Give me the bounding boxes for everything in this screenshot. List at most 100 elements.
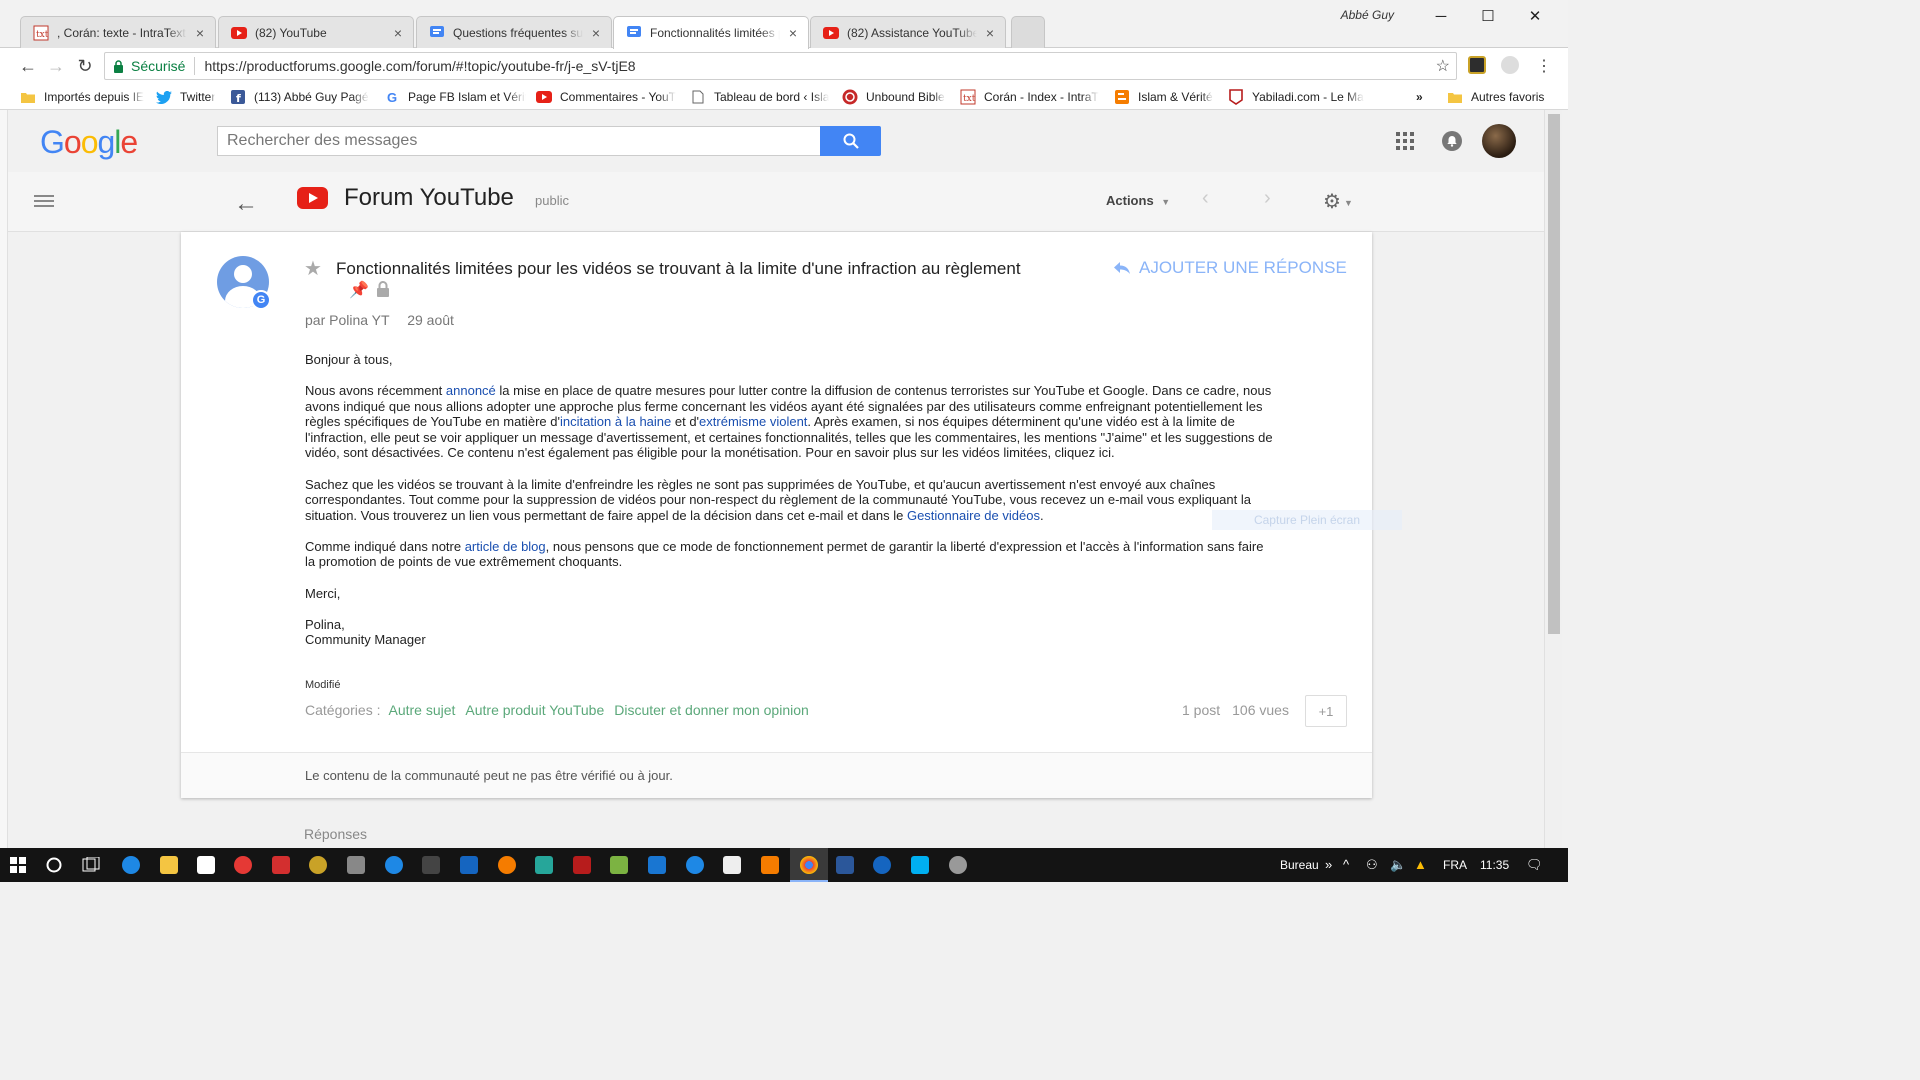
pdf-reader-icon[interactable] — [272, 856, 290, 874]
toolbar-chevron-icon[interactable]: » — [1325, 857, 1332, 872]
minimize-icon[interactable]: ─ — [1418, 4, 1464, 28]
vlc-icon[interactable] — [761, 856, 779, 874]
category-link[interactable]: Discuter et donner mon opinion — [614, 702, 809, 718]
browser-tab[interactable]: (82) YouTube × — [218, 16, 414, 48]
violent-extremism-link[interactable]: extrémisme violent — [699, 414, 807, 429]
bookmark-item[interactable]: txt Corán - Index - IntraT — [960, 87, 1102, 107]
bookmark-item[interactable]: Yabiladi.com - Le Ma — [1228, 87, 1370, 107]
previous-topic-icon[interactable]: ‹ — [1202, 187, 1209, 210]
page-scrollbar[interactable] — [1544, 110, 1562, 848]
bookmark-item[interactable]: Twitter — [156, 87, 222, 107]
close-icon[interactable]: × — [786, 25, 800, 41]
close-icon[interactable]: × — [391, 25, 405, 41]
maximize-icon[interactable]: ☐ — [1465, 4, 1511, 28]
close-window-icon[interactable]: ✕ — [1512, 4, 1558, 28]
apps-grid-icon[interactable] — [1396, 132, 1414, 150]
network-icon[interactable]: ⚇ — [1366, 857, 1378, 873]
bookmark-item[interactable]: G Page FB Islam et Vérit — [384, 87, 526, 107]
extension-icon[interactable] — [1501, 56, 1519, 74]
store-icon[interactable] — [197, 856, 215, 874]
help-icon[interactable] — [385, 856, 403, 874]
bookmark-star-icon[interactable]: ☆ — [1436, 56, 1450, 76]
new-tab-button[interactable] — [1011, 16, 1045, 48]
notifications-bell-icon[interactable] — [1442, 131, 1462, 151]
category-link[interactable]: Autre produit YouTube — [465, 702, 604, 718]
browser-tab-active[interactable]: Fonctionnalités limitées p × — [613, 16, 809, 49]
skype-icon[interactable] — [911, 856, 929, 874]
bookmark-item[interactable]: Islam & Vérité — [1114, 87, 1218, 107]
file-explorer-icon[interactable] — [160, 856, 178, 874]
app-icon[interactable] — [573, 856, 591, 874]
app-icon[interactable] — [610, 856, 628, 874]
menu-dots-icon[interactable]: ⋮ — [1530, 52, 1558, 80]
video-manager-link[interactable]: Gestionnaire de vidéos — [907, 508, 1040, 523]
app-icon[interactable] — [873, 856, 891, 874]
chrome-taskbar-button[interactable] — [790, 848, 828, 882]
bookmark-item[interactable]: Tableau de bord ‹ Isla — [690, 87, 830, 107]
input-language[interactable]: FRA — [1443, 858, 1467, 872]
edge-browser-icon[interactable] — [122, 856, 140, 874]
browser-tab[interactable]: Questions fréquentes sur × — [416, 16, 612, 48]
app-icon[interactable] — [422, 856, 440, 874]
back-arrow-icon[interactable]: ← — [14, 52, 42, 80]
plus-one-button[interactable]: +1 — [1305, 695, 1347, 727]
bookmark-item[interactable]: Unbound Bible — [842, 87, 954, 107]
settings-gear-icon[interactable]: ⚙ ▼ — [1323, 189, 1353, 214]
bookmark-item[interactable]: f (113) Abbé Guy Pagé — [230, 87, 372, 107]
next-topic-icon[interactable]: › — [1264, 187, 1271, 210]
desktop-toolbar-label[interactable]: Bureau — [1280, 858, 1319, 872]
scrollbar-thumb[interactable] — [1548, 114, 1560, 634]
forum-title[interactable]: Forum YouTube — [344, 184, 514, 212]
actions-dropdown[interactable]: Actions ▼ — [1106, 193, 1170, 208]
forward-arrow-icon[interactable]: → — [42, 52, 70, 80]
url-text[interactable]: https://productforums.google.com/forum/#… — [204, 58, 635, 74]
bookmark-item[interactable]: Commentaires - YouT — [536, 87, 678, 107]
close-icon[interactable]: × — [983, 25, 997, 41]
google-drive-icon[interactable]: ▲ — [1414, 857, 1427, 872]
reload-icon[interactable]: ↻ — [71, 52, 99, 80]
show-hidden-icons-chevron[interactable]: ^ — [1343, 857, 1349, 872]
user-avatar[interactable] — [1482, 124, 1516, 158]
blog-article-link[interactable]: article de blog — [465, 539, 546, 554]
add-reply-button[interactable]: AJOUTER UNE RÉPONSE — [1113, 258, 1347, 278]
more-bookmarks-chevron[interactable]: » — [1416, 87, 1423, 107]
back-arrow-icon[interactable]: ← — [234, 190, 258, 218]
app-icon[interactable] — [460, 856, 478, 874]
clock[interactable]: 11:35 — [1480, 858, 1509, 872]
other-bookmarks-folder[interactable]: Autres favoris — [1447, 87, 1544, 107]
app-icon[interactable] — [535, 856, 553, 874]
address-bar[interactable]: Sécurisé https://productforums.google.co… — [104, 52, 1457, 80]
action-center-icon[interactable]: 🗨 — [1526, 857, 1543, 873]
norton-icon[interactable] — [309, 856, 327, 874]
bookmark-item[interactable]: Importés depuis IE — [20, 87, 148, 107]
announcement-link[interactable]: annoncé — [446, 383, 496, 398]
browser-tab[interactable]: (82) Assistance YouTube × — [810, 16, 1006, 48]
close-icon[interactable]: × — [589, 25, 603, 41]
app-icon[interactable] — [686, 856, 704, 874]
secure-indicator[interactable]: Sécurisé — [113, 58, 185, 74]
cortana-search-icon[interactable] — [46, 857, 62, 873]
search-input[interactable]: Rechercher des messages — [217, 126, 821, 156]
app-icon[interactable] — [234, 856, 252, 874]
windows-start-icon[interactable] — [10, 857, 26, 873]
category-link[interactable]: Autre sujet — [388, 702, 455, 718]
google-logo[interactable]: Google — [40, 124, 138, 161]
bookmark-label: Autres favoris — [1471, 90, 1545, 104]
word-icon[interactable] — [836, 856, 854, 874]
app-icon[interactable] — [949, 856, 967, 874]
browser-profile-name[interactable]: Abbé Guy — [1341, 8, 1394, 22]
firefox-icon[interactable] — [498, 856, 516, 874]
volume-icon[interactable]: 🔈 — [1390, 857, 1406, 873]
search-button[interactable] — [820, 126, 881, 156]
app-icon[interactable] — [347, 856, 365, 874]
post-author[interactable]: par Polina YT — [305, 312, 389, 328]
extension-icon[interactable] — [1468, 56, 1486, 74]
hate-speech-link[interactable]: incitation à la haine — [560, 414, 671, 429]
star-icon[interactable]: ★ — [304, 256, 322, 281]
browser-tab[interactable]: txt , Corán: texte - IntraText C × — [20, 16, 216, 48]
hamburger-menu-icon[interactable] — [34, 193, 54, 209]
task-view-icon[interactable] — [82, 857, 100, 873]
app-icon[interactable] — [648, 856, 666, 874]
mail-icon[interactable] — [723, 856, 741, 874]
close-icon[interactable]: × — [193, 25, 207, 41]
